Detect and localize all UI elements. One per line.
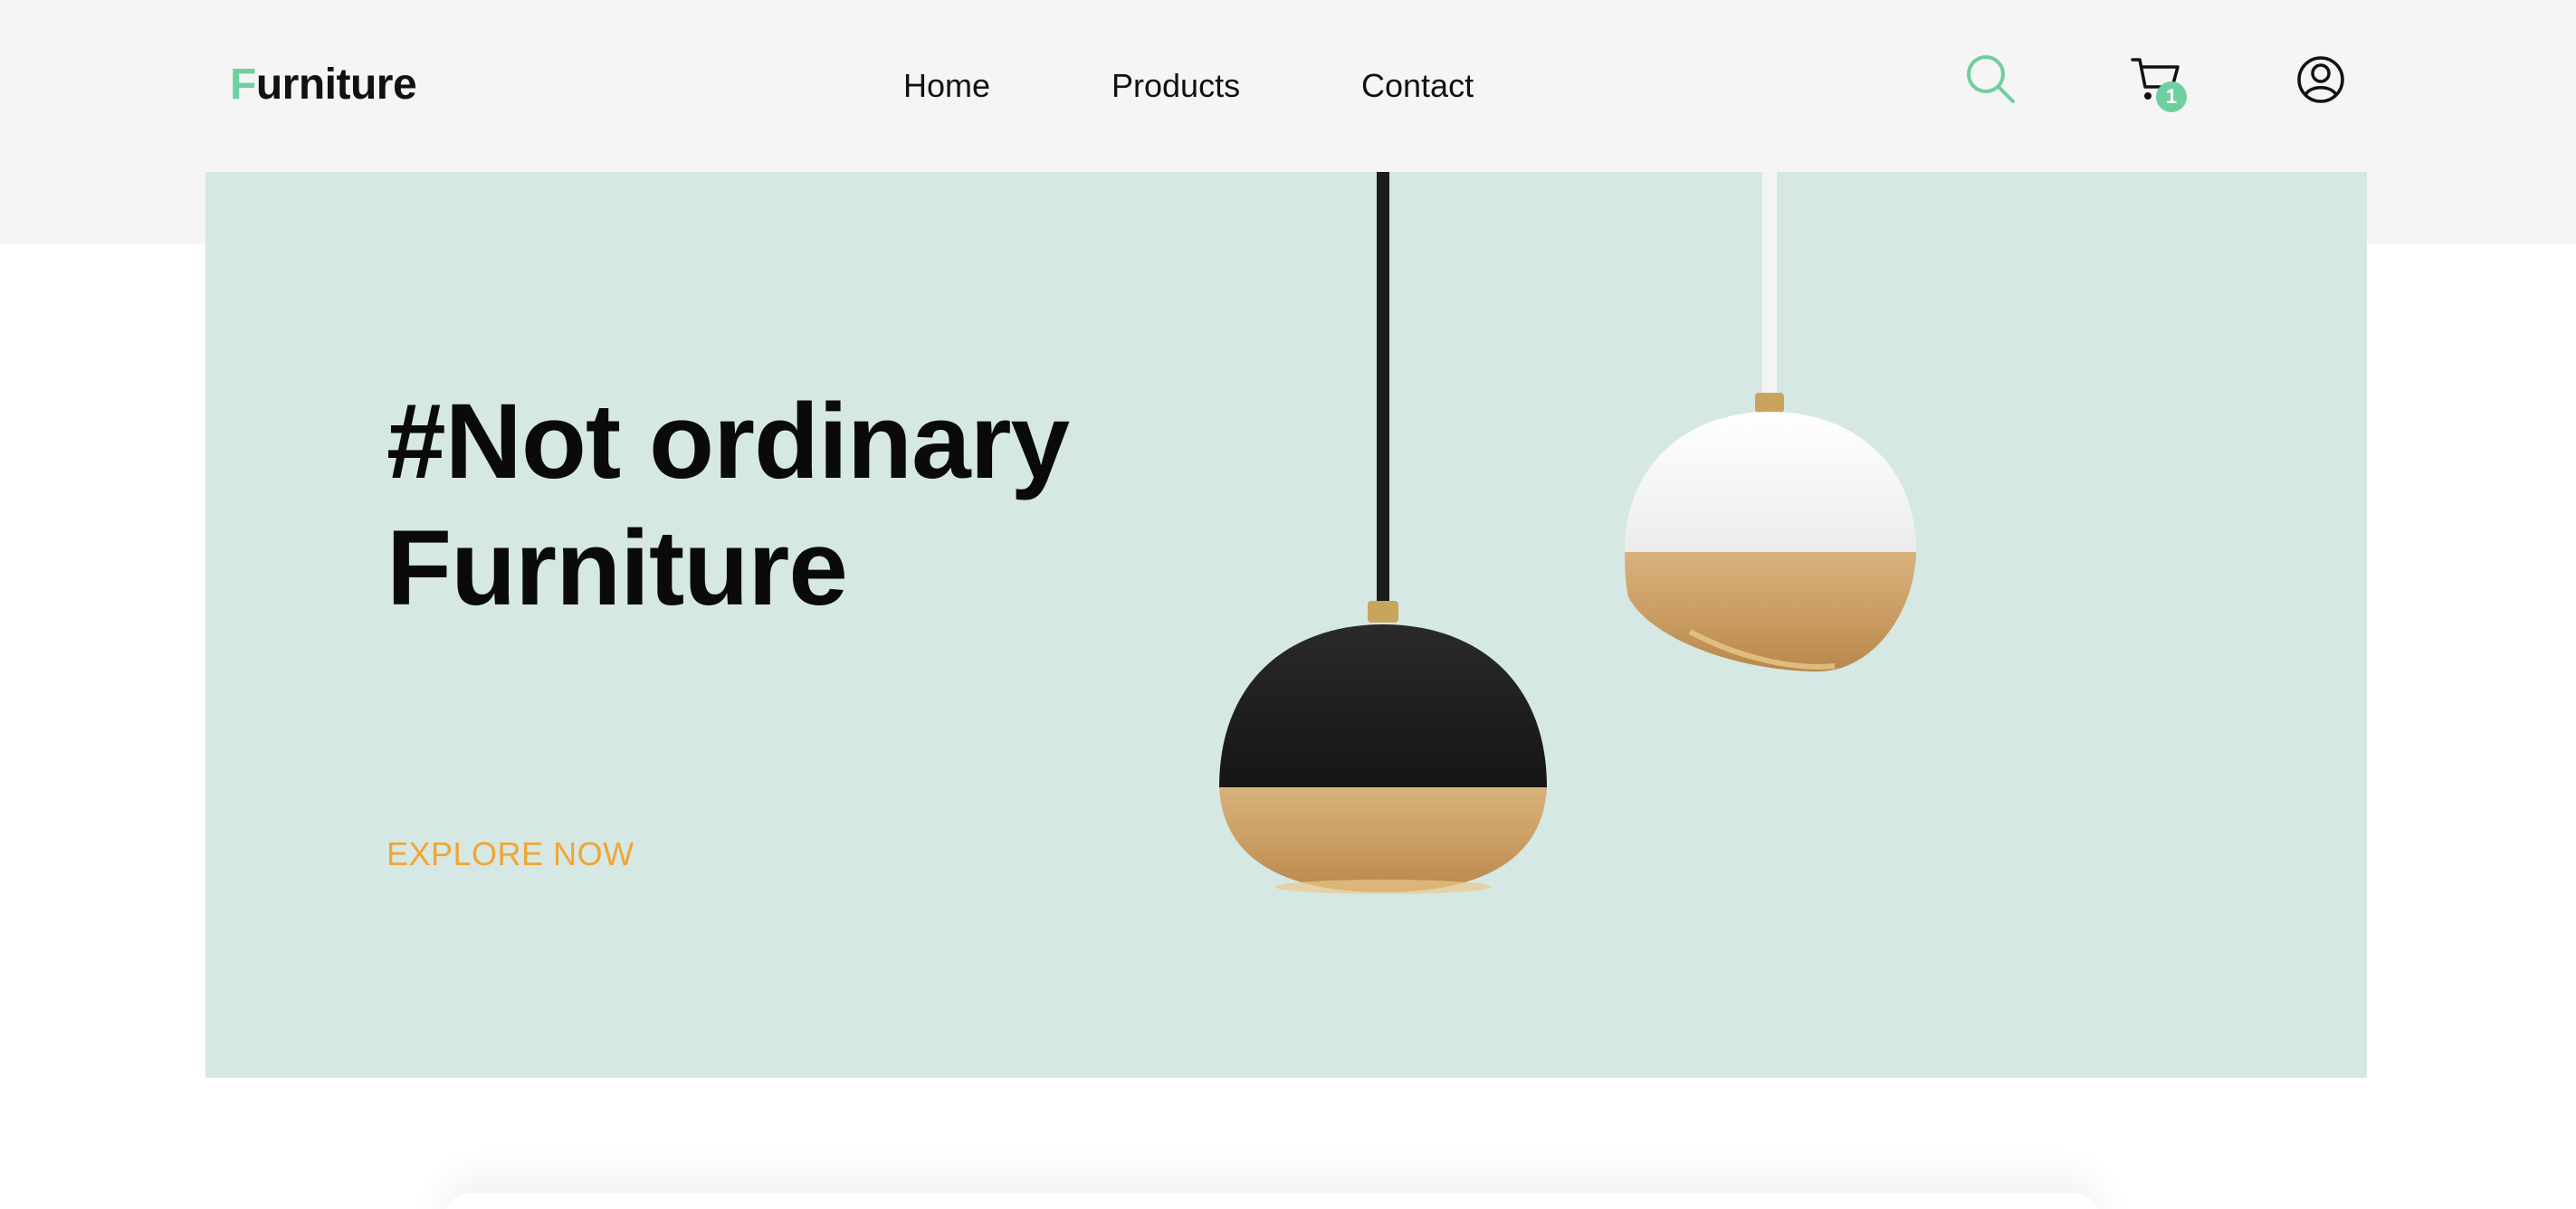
site-header: Furniture Home Products Contact 1 [0,0,2576,172]
nav-link-home[interactable]: Home [903,63,990,109]
nav-link-contact[interactable]: Contact [1361,63,1474,109]
search-icon[interactable] [1962,51,2020,109]
hero-title: #Not ordinary Furniture [386,378,1292,632]
logo-text: urniture [255,61,417,109]
logo-first-letter: F [230,61,256,109]
hero-title-line-2: Furniture [386,509,848,628]
next-section-card [444,1193,2100,1209]
nav-link-products[interactable]: Products [1111,63,1240,109]
hero-banner: #Not ordinary Furniture EXPLORE NOW [205,172,2367,1078]
explore-now-link[interactable]: EXPLORE NOW [386,833,634,876]
hero-title-line-1: #Not ordinary [386,382,1070,501]
logo[interactable]: Furniture [230,56,417,114]
cart-count-badge: 1 [2156,81,2187,112]
user-icon[interactable] [2292,51,2350,109]
page: Furniture Home Products Contact 1 #Not o… [0,0,2576,1209]
